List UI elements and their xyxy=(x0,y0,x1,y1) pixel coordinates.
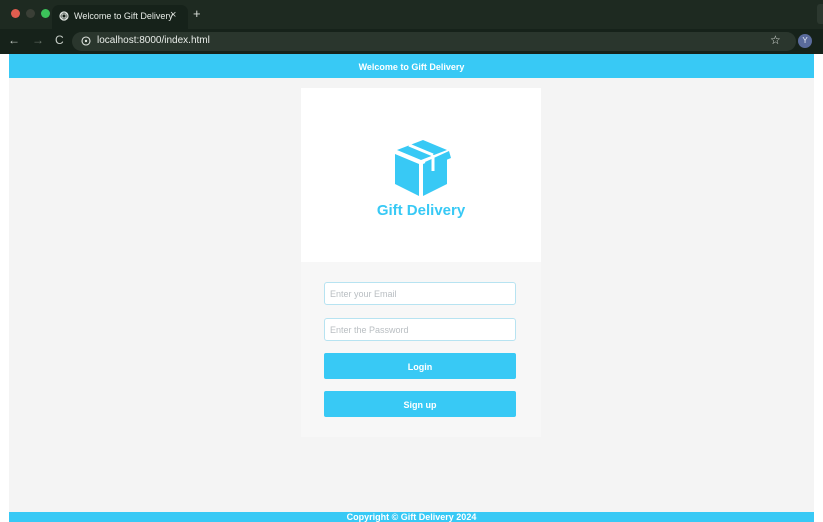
login-button[interactable]: Login xyxy=(324,353,516,379)
url-text[interactable]: localhost:8000/index.html xyxy=(97,35,210,46)
copyright-text: Copyright © Gift Delivery 2024 xyxy=(346,512,477,522)
globe-icon xyxy=(59,11,69,21)
box-icon xyxy=(395,140,451,196)
address-bar[interactable]: localhost:8000/index.html ☆ xyxy=(72,32,796,51)
page-footer: Copyright © Gift Delivery 2024 xyxy=(9,512,814,522)
password-input[interactable] xyxy=(324,318,516,341)
minimize-window-button[interactable] xyxy=(26,9,35,18)
page-gutter-left xyxy=(0,54,9,522)
page-title: Welcome to Gift Delivery xyxy=(358,62,465,72)
maximize-window-button[interactable] xyxy=(41,9,50,18)
browser-chrome: Welcome to Gift Delivery × + ← → C local… xyxy=(0,0,823,54)
tab-strip: Welcome to Gift Delivery × + xyxy=(0,0,823,29)
page-body: Welcome to Gift Delivery Gift Delivery L… xyxy=(9,54,814,522)
close-window-button[interactable] xyxy=(11,9,20,18)
browser-tab-active[interactable]: Welcome to Gift Delivery × xyxy=(52,5,188,29)
bookmark-star-icon[interactable]: ☆ xyxy=(770,33,781,47)
browser-toolbar: ← → C localhost:8000/index.html ☆ Y xyxy=(0,29,823,54)
tab-close-icon[interactable]: × xyxy=(170,9,176,21)
profile-avatar[interactable]: Y xyxy=(798,34,812,48)
brand-name: Gift Delivery xyxy=(376,202,466,219)
login-form: Login Sign up xyxy=(301,262,541,437)
hero-card: Gift Delivery xyxy=(301,88,541,262)
signup-button[interactable]: Sign up xyxy=(324,391,516,417)
new-tab-button[interactable]: + xyxy=(193,6,201,21)
page-gutter-right xyxy=(814,54,823,522)
email-input[interactable] xyxy=(324,282,516,305)
site-info-icon[interactable] xyxy=(81,36,91,46)
forward-arrow-icon[interactable]: → xyxy=(32,33,44,47)
page-header: Welcome to Gift Delivery xyxy=(9,54,814,78)
reload-icon[interactable]: C xyxy=(55,33,64,47)
tab-title: Welcome to Gift Delivery xyxy=(74,11,173,21)
window-edge xyxy=(817,4,823,24)
back-arrow-icon[interactable]: ← xyxy=(8,33,20,47)
